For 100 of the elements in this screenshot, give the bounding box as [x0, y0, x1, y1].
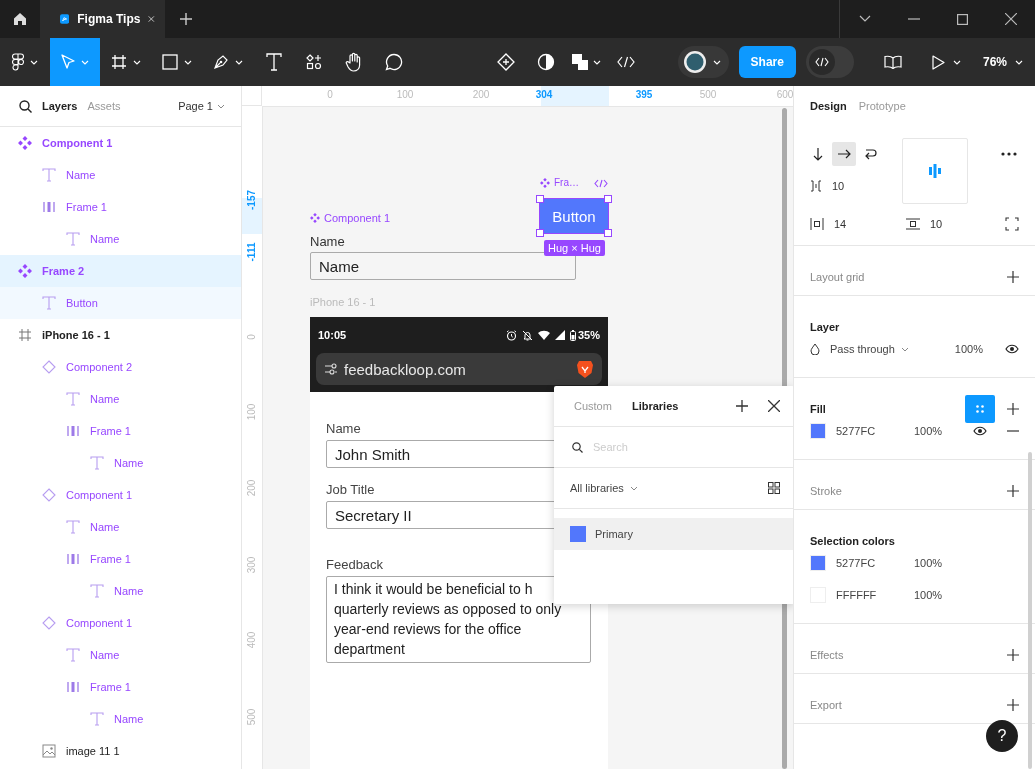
- address-bar[interactable]: feedbackloop.com: [316, 353, 602, 385]
- play-icon: [931, 54, 945, 70]
- add-icon[interactable]: [1007, 402, 1019, 415]
- alarm-icon: [505, 329, 517, 341]
- code-icon: [814, 57, 829, 67]
- add-icon[interactable]: [1007, 270, 1019, 283]
- opacity-value[interactable]: 100%: [914, 425, 943, 437]
- layer-item[interactable]: Component 1: [0, 479, 241, 511]
- color-hex[interactable]: 5277FC: [836, 425, 888, 437]
- more-icon[interactable]: [1001, 152, 1017, 156]
- opacity-value[interactable]: 100%: [914, 557, 943, 569]
- grid-view-icon[interactable]: [768, 482, 780, 494]
- code-icon[interactable]: [594, 179, 608, 188]
- chevron-down-icon: [217, 103, 225, 109]
- color-hex[interactable]: 5277FC: [836, 557, 888, 569]
- layer-item[interactable]: Name: [0, 383, 241, 415]
- signal-icon: [554, 330, 565, 340]
- resize-handle[interactable]: [536, 229, 544, 237]
- maximize-icon[interactable]: [956, 13, 968, 25]
- minimize-icon[interactable]: [907, 18, 920, 20]
- ruler-label: -157: [246, 190, 258, 210]
- color-style-item[interactable]: Primary: [554, 518, 793, 550]
- chevron-down-icon: [1015, 59, 1023, 65]
- dev-mode-toggle[interactable]: [805, 46, 854, 78]
- resize-handle[interactable]: [604, 229, 612, 237]
- layer-item[interactable]: Component 1: [0, 127, 241, 159]
- scrollbar[interactable]: [1028, 452, 1032, 769]
- layer-item[interactable]: Frame 2: [0, 255, 241, 287]
- layer-item[interactable]: Frame 1: [0, 671, 241, 703]
- library-filter[interactable]: All libraries: [570, 482, 638, 494]
- layer-item[interactable]: iPhone 16 - 1: [0, 319, 241, 351]
- add-icon[interactable]: [736, 400, 748, 412]
- component-label: Component 1: [324, 212, 391, 224]
- help-button[interactable]: ?: [986, 720, 1018, 752]
- code-icon: [617, 56, 635, 68]
- arrow-right-icon: [837, 149, 851, 159]
- ruler-label: 304: [535, 89, 553, 100]
- chevron-down-icon[interactable]: [858, 15, 871, 23]
- ruler-label: 400: [246, 631, 258, 649]
- rectangle-icon: [162, 54, 178, 70]
- search-icon[interactable]: [19, 99, 32, 113]
- add-icon[interactable]: [1007, 484, 1019, 497]
- shield-icon[interactable]: [576, 359, 594, 379]
- layer-item[interactable]: Frame 1: [0, 191, 241, 223]
- padding-value[interactable]: 14: [834, 218, 847, 230]
- diamond-icon: [42, 488, 56, 502]
- padding-value[interactable]: 10: [930, 218, 943, 230]
- resize-handle[interactable]: [536, 195, 544, 203]
- layer-item[interactable]: Component 1: [0, 607, 241, 639]
- ruler-label: -111: [246, 242, 258, 262]
- layer-item[interactable]: Name: [0, 639, 241, 671]
- panel-tab[interactable]: Design: [810, 100, 847, 112]
- layer-item[interactable]: Button: [0, 287, 241, 319]
- sliders-icon: [324, 363, 338, 375]
- layer-item[interactable]: Name: [0, 447, 241, 479]
- layer-item[interactable]: Frame 1: [0, 415, 241, 447]
- opacity-value[interactable]: 100%: [914, 589, 943, 601]
- text-layer-icon: [66, 392, 80, 406]
- add-icon[interactable]: [1007, 698, 1019, 711]
- file-tab[interactable]: Figma Tips: [40, 0, 165, 38]
- blend-mode-select[interactable]: Pass through: [830, 343, 909, 355]
- new-tab-icon[interactable]: [180, 13, 192, 25]
- gap-value[interactable]: 10: [832, 180, 845, 192]
- chevron-down-icon: [81, 59, 89, 65]
- close-icon[interactable]: [1004, 13, 1017, 25]
- page-selector[interactable]: Page 1: [178, 100, 225, 112]
- avatar-button[interactable]: [677, 46, 729, 78]
- clip-content-icon[interactable]: [1005, 217, 1019, 231]
- add-icon[interactable]: [1007, 648, 1019, 661]
- eye-icon[interactable]: [1005, 344, 1019, 354]
- diamond-icon: [42, 616, 56, 630]
- text-layer-icon: [66, 232, 80, 246]
- zoom-menu[interactable]: 76%: [976, 46, 1029, 78]
- ruler-label: 100: [246, 403, 258, 421]
- color-hex[interactable]: FFFFFF: [836, 589, 888, 601]
- layer-item[interactable]: Component 2: [0, 351, 241, 383]
- layer-item[interactable]: Name: [0, 223, 241, 255]
- component-icon: [540, 177, 550, 188]
- popup-tab[interactable]: Libraries: [631, 400, 679, 412]
- layer-item[interactable]: Name: [0, 511, 241, 543]
- eye-icon[interactable]: [973, 426, 987, 436]
- section-title: Layer: [810, 320, 840, 333]
- ruler-label: 500: [699, 89, 717, 100]
- layer-item[interactable]: Frame 1: [0, 543, 241, 575]
- panel-tab[interactable]: Layers: [42, 100, 78, 112]
- color-swatch[interactable]: [810, 423, 826, 439]
- layer-item[interactable]: image 11 1: [0, 735, 241, 767]
- layer-item[interactable]: Name: [0, 159, 241, 191]
- color-swatch[interactable]: [810, 555, 826, 571]
- field-label: Name: [326, 421, 361, 436]
- layer-item[interactable]: Name: [0, 575, 241, 607]
- opacity-value[interactable]: 100%: [954, 343, 983, 355]
- selected-button[interactable]: Button: [539, 198, 609, 234]
- book-icon[interactable]: [883, 55, 902, 69]
- auto-layout-icon: [42, 200, 56, 214]
- resize-handle[interactable]: [604, 195, 612, 203]
- text-layer-icon: [42, 168, 56, 182]
- layer-item[interactable]: Name: [0, 703, 241, 735]
- half-circle-icon: [537, 53, 555, 71]
- close-icon[interactable]: [768, 400, 780, 412]
